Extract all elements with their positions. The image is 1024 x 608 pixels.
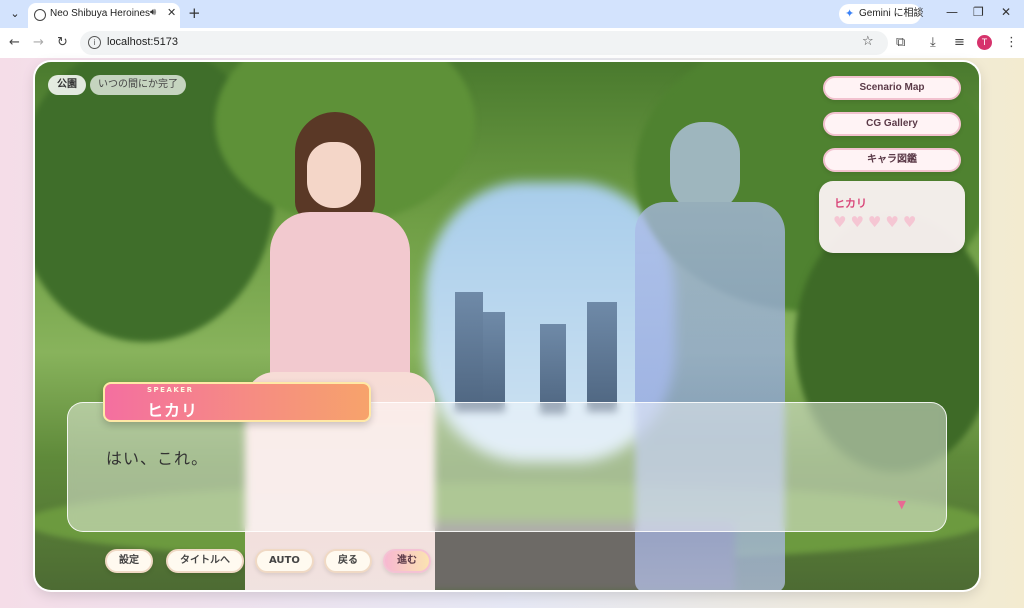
tab-search-chevron-icon[interactable]: ⌄: [6, 5, 24, 23]
heart-icon: ♥: [850, 213, 864, 231]
heart-icon: ♥: [867, 213, 882, 231]
kebab-menu-icon[interactable]: ⋮: [1005, 35, 1018, 50]
heart-icon: ♥: [902, 213, 917, 231]
gemini-button[interactable]: ✦ Gemini に相談: [839, 4, 924, 24]
title-button[interactable]: タイトルへ: [166, 549, 244, 573]
ghost-head: [670, 122, 740, 212]
restore-icon[interactable]: ❐: [973, 5, 984, 19]
browser-tab[interactable]: Neo Shibuya Heroines 🔊︎ ✕: [28, 3, 180, 28]
gemini-sparkle-icon: ✦: [845, 8, 855, 20]
character-dex-button[interactable]: キャラ図鑑: [823, 148, 961, 172]
window-close-icon[interactable]: ✕: [1001, 5, 1011, 19]
auto-button[interactable]: AUTO: [255, 549, 314, 573]
status-chip: いつの間にか完了: [90, 75, 186, 95]
speaker-name: ヒカリ: [147, 401, 199, 420]
address-bar[interactable]: i localhost:5173 ☆: [80, 31, 888, 55]
bookmark-star-icon[interactable]: ☆: [862, 34, 874, 49]
browser-tabbar: ⌄ Neo Shibuya Heroines 🔊︎ ✕ + ✦ Gemini に…: [0, 0, 1024, 28]
gemini-label: Gemini に相談: [859, 8, 924, 19]
building: [455, 292, 483, 412]
dialogue-text: はい、これ。: [106, 449, 209, 468]
scenario-map-button[interactable]: Scenario Map: [823, 76, 961, 100]
extensions-icon[interactable]: ⧉: [896, 35, 905, 50]
download-icon[interactable]: ⤓: [930, 35, 936, 50]
globe-icon: [34, 9, 46, 21]
location-chip: 公園: [48, 75, 86, 95]
site-info-icon[interactable]: i: [88, 36, 101, 49]
building: [587, 302, 617, 412]
speaker-nameplate: SPEAKER ヒカリ: [103, 382, 371, 422]
close-icon[interactable]: ✕: [167, 6, 176, 19]
media-control-icon[interactable]: ≡: [954, 35, 965, 50]
url-text: localhost:5173: [107, 36, 178, 48]
building: [483, 312, 505, 412]
game-scene[interactable]: 公園 いつの間にか完了 Scenario Map CG Gallery キャラ図…: [35, 62, 979, 590]
next-button[interactable]: 進む: [383, 549, 431, 573]
tab-title: Neo Shibuya Heroines: [50, 8, 151, 19]
heart-icon: ♥: [833, 213, 847, 231]
heart-icon: ♥: [885, 213, 899, 231]
affinity-panel: ヒカリ ♥ ♥ ♥ ♥ ♥: [819, 181, 965, 253]
affinity-hearts: ♥ ♥ ♥ ♥ ♥: [833, 214, 916, 230]
profile-avatar[interactable]: T: [977, 35, 992, 50]
cg-gallery-button[interactable]: CG Gallery: [823, 112, 961, 136]
forward-arrow-icon[interactable]: →: [33, 35, 44, 50]
speaker-icon[interactable]: 🔊︎: [150, 7, 156, 18]
minimize-icon[interactable]: —: [946, 5, 958, 19]
speaker-tag: SPEAKER: [147, 386, 194, 394]
advance-triangle-icon[interactable]: ▼: [898, 498, 906, 511]
back-arrow-icon[interactable]: ←: [9, 35, 20, 50]
character-blouse: [270, 212, 410, 392]
affinity-character-name: ヒカリ: [834, 197, 867, 210]
reload-icon[interactable]: ↻: [57, 35, 68, 50]
settings-button[interactable]: 設定: [105, 549, 153, 573]
building: [540, 324, 566, 414]
new-tab-plus-icon[interactable]: +: [188, 4, 201, 22]
back-button[interactable]: 戻る: [324, 549, 372, 573]
character-face: [307, 142, 361, 208]
browser-toolbar: ← → ↻ i localhost:5173 ☆ ⧉ ⤓ ≡ T ⋮: [0, 28, 1024, 58]
